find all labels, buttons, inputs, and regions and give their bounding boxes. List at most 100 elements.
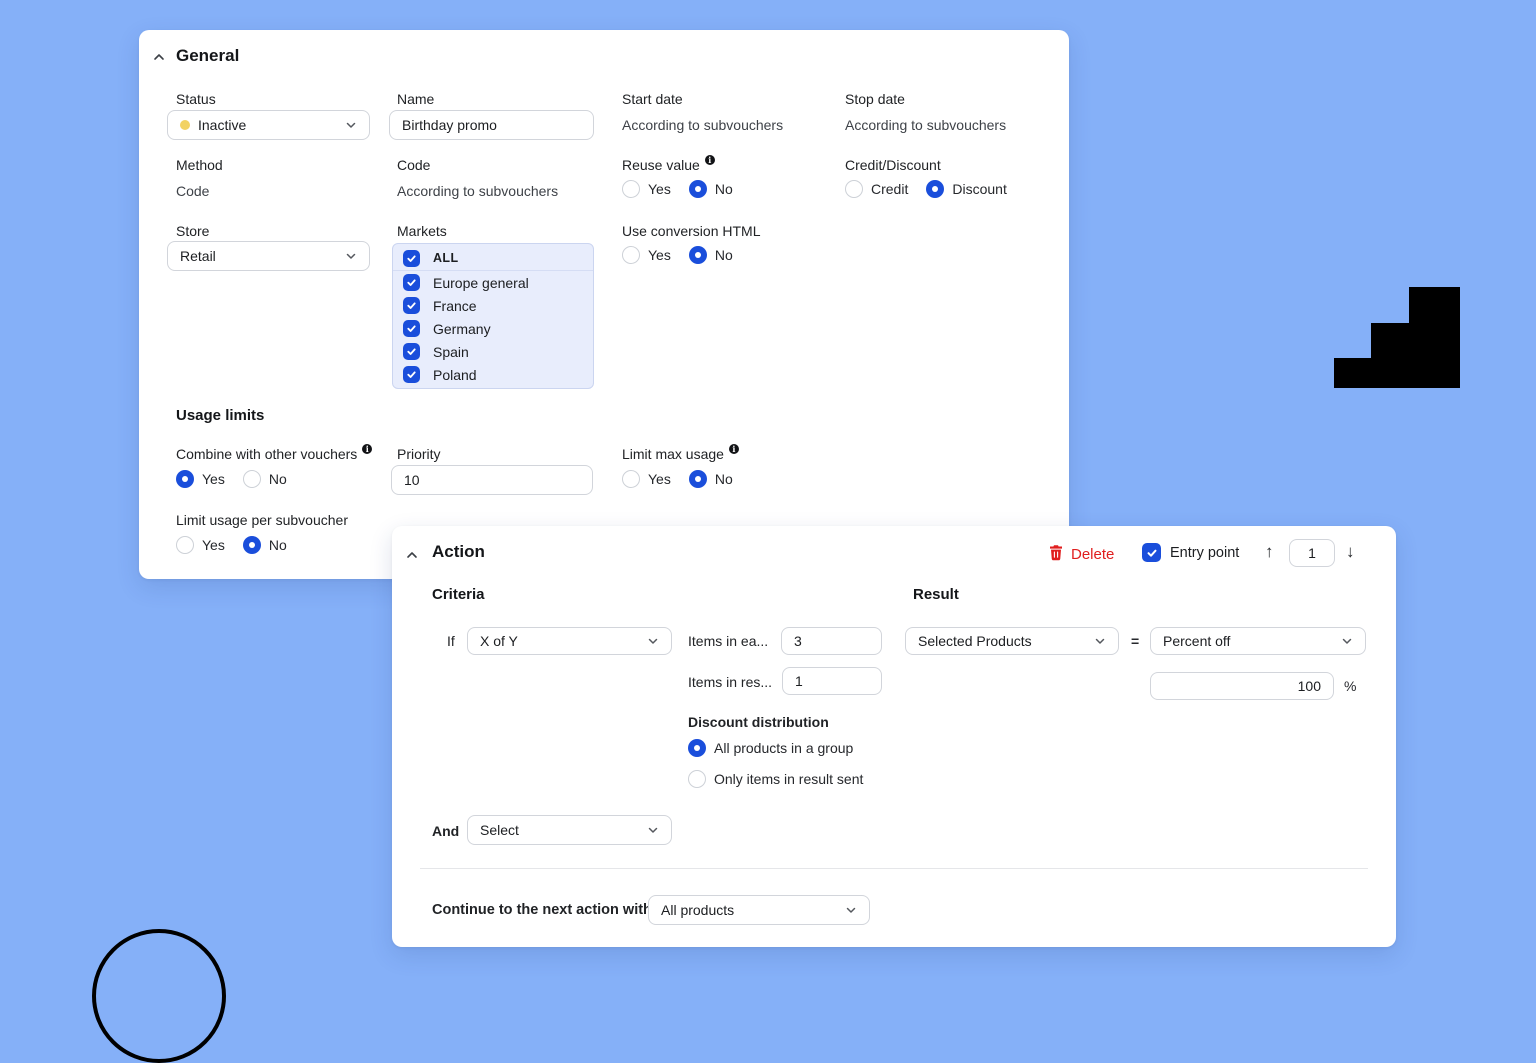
priority-input[interactable]: [391, 465, 593, 495]
checkbox-checked-icon[interactable]: [403, 320, 420, 337]
items-in-each-label: Items in ea...: [688, 633, 768, 649]
delete-button[interactable]: Delete: [1048, 544, 1114, 565]
distribution-option-only-items[interactable]: Only items in result sent: [688, 770, 863, 788]
conversion-option-yes[interactable]: Yes: [622, 246, 671, 264]
status-value: Inactive: [198, 117, 337, 133]
radio-label: Yes: [202, 537, 225, 553]
radio-selected-icon[interactable]: [243, 536, 261, 554]
market-row[interactable]: France: [393, 294, 593, 317]
items-in-result-input[interactable]: [782, 667, 882, 695]
limit-max-option-yes[interactable]: Yes: [622, 470, 671, 488]
if-value: X of Y: [480, 633, 639, 649]
collapse-general-chevron-up-icon[interactable]: [151, 49, 167, 65]
result-action-select[interactable]: Percent off: [1150, 627, 1366, 655]
combine-vouchers-label-text: Combine with other vouchers: [176, 446, 357, 462]
trash-icon: [1048, 544, 1064, 565]
delete-label: Delete: [1071, 546, 1114, 563]
credit-option[interactable]: Credit: [845, 180, 908, 198]
market-row[interactable]: Poland: [393, 363, 593, 386]
move-up-arrow-icon[interactable]: ↑: [1265, 543, 1274, 560]
use-conversion-html-label: Use conversion HTML: [622, 223, 761, 239]
radio-unselected-icon[interactable]: [845, 180, 863, 198]
limit-sub-option-yes[interactable]: Yes: [176, 536, 225, 554]
chevron-down-icon: [1094, 635, 1106, 647]
code-value: According to subvouchers: [397, 183, 558, 199]
reuse-value-radio-group: Yes No: [622, 180, 733, 198]
radio-selected-icon[interactable]: [176, 470, 194, 488]
radio-label: No: [269, 537, 287, 553]
items-in-each-input[interactable]: [781, 627, 882, 655]
reuse-value-option-yes[interactable]: Yes: [622, 180, 671, 198]
chevron-down-icon: [845, 904, 857, 916]
distribution-option-all-products[interactable]: All products in a group: [688, 739, 853, 757]
radio-selected-icon[interactable]: [688, 739, 706, 757]
market-label: Europe general: [433, 275, 529, 291]
radio-label: Credit: [871, 181, 908, 197]
market-row[interactable]: Germany: [393, 317, 593, 340]
info-icon[interactable]: i: [705, 155, 715, 165]
radio-unselected-icon[interactable]: [622, 246, 640, 264]
checkbox-checked-icon[interactable]: [403, 297, 420, 314]
checkbox-checked-icon[interactable]: [403, 274, 420, 291]
limit-sub-option-no[interactable]: No: [243, 536, 287, 554]
status-dot-icon: [180, 120, 190, 130]
reuse-value-option-no[interactable]: No: [689, 180, 733, 198]
discount-option[interactable]: Discount: [926, 180, 1006, 198]
if-label: If: [447, 633, 455, 649]
use-conversion-html-radio-group: Yes No: [622, 246, 733, 264]
store-select[interactable]: Retail: [167, 241, 370, 271]
status-label: Status: [176, 91, 216, 107]
checkbox-checked-icon[interactable]: [403, 366, 420, 383]
reuse-value-label-text: Reuse value: [622, 157, 700, 173]
market-row-all[interactable]: ALL: [393, 246, 593, 271]
action-order-input[interactable]: [1289, 539, 1335, 567]
staircase-decor-shape: [1334, 287, 1460, 388]
radio-label: Discount: [952, 181, 1006, 197]
market-row[interactable]: Europe general: [393, 271, 593, 294]
result-heading: Result: [913, 586, 959, 603]
discount-distribution-label: Discount distribution: [688, 714, 829, 730]
limit-max-usage-radio-group: Yes No: [622, 470, 733, 488]
code-label: Code: [397, 157, 430, 173]
collapse-action-chevron-up-icon[interactable]: [404, 547, 420, 563]
continue-select[interactable]: All products: [648, 895, 870, 925]
radio-selected-icon[interactable]: [689, 470, 707, 488]
checkbox-checked-icon[interactable]: [403, 250, 420, 267]
entry-point-checkbox[interactable]: [1142, 543, 1161, 562]
radio-unselected-icon[interactable]: [688, 770, 706, 788]
if-select[interactable]: X of Y: [467, 627, 672, 655]
limit-max-option-no[interactable]: No: [689, 470, 733, 488]
info-icon[interactable]: i: [362, 444, 372, 454]
radio-unselected-icon[interactable]: [176, 536, 194, 554]
radio-selected-icon[interactable]: [926, 180, 944, 198]
radio-selected-icon[interactable]: [689, 180, 707, 198]
credit-discount-radio-group: Credit Discount: [845, 180, 1007, 198]
combine-option-yes[interactable]: Yes: [176, 470, 225, 488]
percent-sign: %: [1344, 678, 1356, 694]
combine-vouchers-radio-group: Yes No: [176, 470, 287, 488]
market-row[interactable]: Spain: [393, 340, 593, 363]
radio-selected-icon[interactable]: [689, 246, 707, 264]
name-input[interactable]: [389, 110, 594, 140]
and-select[interactable]: Select: [467, 815, 672, 845]
continue-label: Continue to the next action with: [432, 902, 652, 918]
radio-unselected-icon[interactable]: [622, 470, 640, 488]
criteria-heading: Criteria: [432, 586, 485, 603]
conversion-option-no[interactable]: No: [689, 246, 733, 264]
limit-max-usage-label-text: Limit max usage: [622, 446, 724, 462]
checkbox-checked-icon[interactable]: [403, 343, 420, 360]
start-date-label: Start date: [622, 91, 683, 107]
percent-input[interactable]: [1150, 672, 1334, 700]
radio-unselected-icon[interactable]: [243, 470, 261, 488]
radio-unselected-icon[interactable]: [622, 180, 640, 198]
move-down-arrow-icon[interactable]: ↓: [1346, 543, 1355, 560]
name-label: Name: [397, 91, 434, 107]
combine-option-no[interactable]: No: [243, 470, 287, 488]
chevron-down-icon: [647, 824, 659, 836]
status-select[interactable]: Inactive: [167, 110, 370, 140]
result-type-select[interactable]: Selected Products: [905, 627, 1119, 655]
action-title: Action: [432, 542, 485, 562]
info-icon[interactable]: i: [729, 444, 739, 454]
method-label: Method: [176, 157, 223, 173]
radio-label: Yes: [648, 181, 671, 197]
